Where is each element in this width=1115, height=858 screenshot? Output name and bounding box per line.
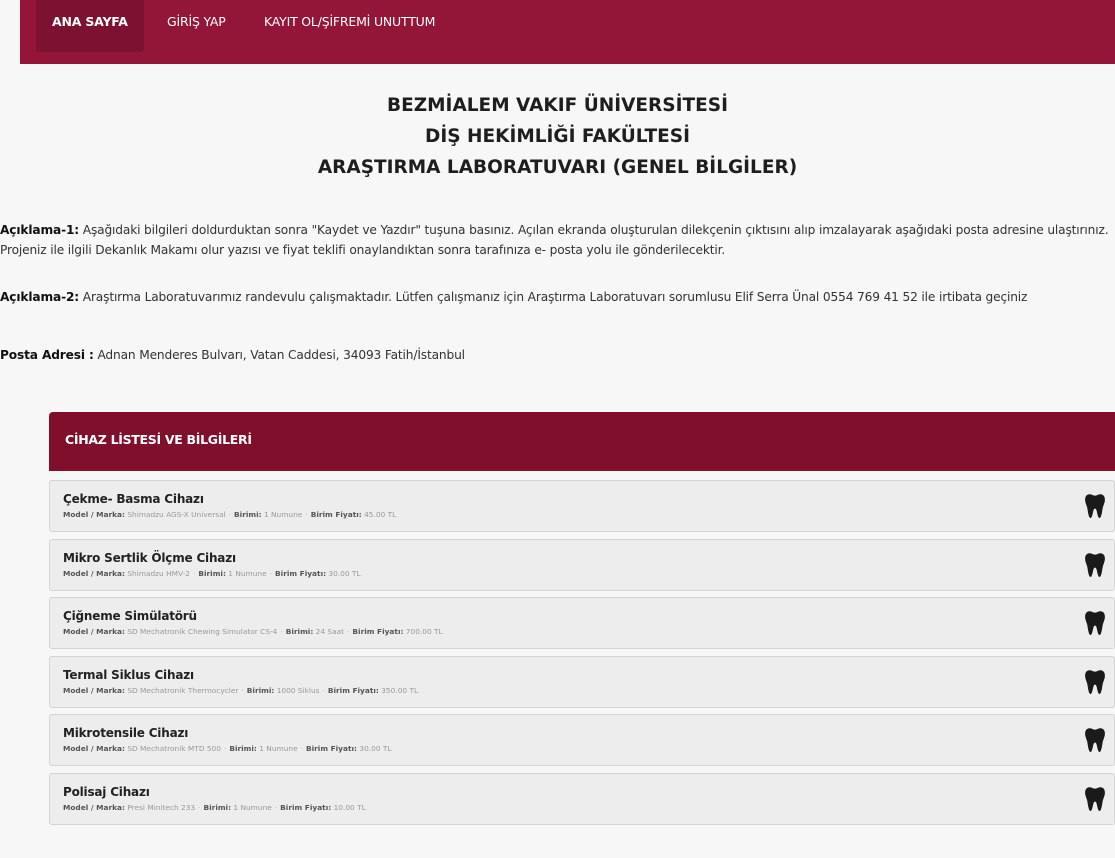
device-item[interactable]: Termal Siklus Cihazı Model / Marka: SD Me… — [49, 655, 1115, 708]
postal-address: Posta Adresi : Adnan Menderes Bulvarı, V… — [0, 345, 1115, 365]
separator: · — [269, 568, 273, 578]
separator: · — [305, 510, 308, 519]
separator: · — [241, 685, 244, 695]
device-meta: Model / Marka: Presi Minitech 233 · Birimi… — [63, 803, 366, 812]
device-item[interactable]: Çekme- Basma Cihazı Model / Marka: Shimad… — [49, 480, 1115, 532]
separator: · — [198, 802, 201, 812]
separator: · — [322, 685, 325, 695]
separator: · — [300, 744, 303, 753]
device-unit: 1 Numune — [263, 510, 303, 519]
model-label: Model / Marka: — [63, 685, 125, 695]
price-label: Birim Fiyatı: — [275, 568, 327, 578]
unit-label: Birimi: — [234, 510, 262, 519]
navbar: ANA SAYFA GİRİŞ YAP KAYIT OL/ŞİFREMİ UNU… — [20, 0, 1115, 64]
unit-label: Birimi: — [246, 685, 275, 695]
unit-label: Birimi: — [285, 627, 314, 636]
device-model: Presi Minitech 233 — [127, 802, 196, 812]
device-name: Termal Siklus Cihazı — [63, 667, 194, 682]
device-item[interactable]: Mikrotensile Cihazı Model / Marka: SD Mec… — [49, 714, 1115, 766]
price-label: Birim Fiyatı: — [280, 802, 332, 812]
model-label: Model / Marka: — [63, 627, 125, 636]
top-area: ANA SAYFA GİRİŞ YAP KAYIT OL/ŞİFREMİ UNU… — [0, 0, 1115, 64]
tooth-icon[interactable] — [1084, 786, 1106, 812]
unit-label: Birimi: — [198, 568, 226, 578]
device-list-panel: CİHAZ LİSTESİ VE BİLGİLERİ Çekme- Basma … — [49, 412, 1115, 858]
tooth-icon[interactable] — [1084, 493, 1106, 519]
device-price: 10.00 TL — [333, 802, 366, 812]
device-item[interactable]: Çiğneme Simülatörü Model / Marka: SD Mech… — [49, 597, 1115, 649]
title-line-2: DİŞ HEKİMLİĞİ FAKÜLTESİ — [425, 126, 690, 147]
device-unit: 24 Saat — [315, 627, 345, 636]
price-label: Birim Fiyatı: — [305, 744, 358, 753]
device-unit: 1 Numune — [228, 568, 267, 578]
unit-label: Birimi: — [229, 744, 257, 753]
description-2-label: Açıklama-2: — [0, 290, 80, 304]
device-unit: 1 Numune — [259, 744, 298, 753]
postal-address-text: Adnan Menderes Bulvarı, Vatan Caddesi, 3… — [93, 348, 465, 362]
description-2-text: Araştırma Laboratuvarımız randevulu çalı… — [79, 290, 1028, 304]
device-model: Shimadzu AGS-X Universal — [127, 510, 226, 519]
page-title: BEZMİALEM VAKIF ÜNİVERSİTESİ DİŞ HEKİMLİ… — [0, 90, 1115, 183]
title-line-1: BEZMİALEM VAKIF ÜNİVERSİTESİ — [387, 95, 728, 116]
description-1-label: Açıklama-1: — [0, 223, 80, 237]
postal-address-label: Posta Adresi : — [0, 348, 94, 362]
separator: · — [280, 627, 283, 636]
tooth-icon[interactable] — [1084, 727, 1106, 753]
device-name: Polisaj Cihazı — [63, 784, 150, 799]
unit-label: Birimi: — [203, 802, 232, 812]
device-name: Çekme- Basma Cihazı — [63, 492, 204, 506]
device-name: Mikrotensile Cihazı — [63, 726, 189, 740]
device-meta: Model / Marka: SD Mechatronik MTD 500 · Bi… — [63, 744, 392, 753]
device-meta: Model / Marka: Shimadzu HMV-2 · Birimi: 1 … — [63, 569, 361, 578]
device-meta: Model / Marka: Shimadzu AGS-X Universal ·… — [63, 510, 396, 519]
price-label: Birim Fiyatı: — [327, 685, 379, 695]
device-price: 45.00 TL — [364, 510, 397, 519]
device-model: SD Mechatronik Thermocycler — [127, 685, 239, 695]
nav-register[interactable]: KAYIT OL/ŞİFREMİ UNUTTUM — [264, 0, 435, 52]
device-item[interactable]: Mikro Sertlik Ölçme Cihazı Model / Marka:… — [49, 538, 1115, 591]
price-label: Birim Fiyatı: — [352, 627, 404, 636]
title-line-3: ARAŞTIRMA LABORATUVARI (GENEL BİLGİLER) — [317, 157, 798, 178]
device-list-header: CİHAZ LİSTESİ VE BİLGİLERİ — [49, 412, 1115, 471]
separator: · — [228, 510, 232, 519]
device-model: Shimadzu HMV-2 — [127, 568, 191, 578]
device-unit: 1000 Siklus — [276, 685, 320, 695]
device-model: SD Mechatronik Chewing Simulator CS-4 — [127, 627, 278, 636]
tooth-icon[interactable] — [1084, 610, 1106, 636]
device-model: SD Mechatronik MTD 500 — [127, 744, 221, 753]
price-label: Birim Fiyatı: — [310, 510, 362, 519]
device-price: 30.00 TL — [328, 568, 361, 578]
device-meta: Model / Marka: SD Mechatronik Chewing Si… — [63, 627, 443, 636]
device-item[interactable]: Polisaj Cihazı Model / Marka: Presi Minit… — [49, 772, 1115, 825]
device-price: 700.00 TL — [405, 627, 443, 636]
tooth-icon[interactable] — [1084, 552, 1106, 578]
device-unit: 1 Numune — [233, 802, 272, 812]
description-1: Açıklama-1: Aşağıdaki bilgileri doldurdu… — [0, 220, 1115, 260]
description-2: Açıklama-2: Araştırma Laboratuvarımız ra… — [0, 287, 1115, 307]
nav-login[interactable]: GİRİŞ YAP — [167, 0, 226, 52]
model-label: Model / Marka: — [63, 510, 125, 519]
device-list-title: CİHAZ LİSTESİ VE BİLGİLERİ — [65, 432, 252, 447]
model-label: Model / Marka: — [63, 802, 125, 812]
device-name: Mikro Sertlik Ölçme Cihazı — [63, 550, 236, 565]
description-1-text: Aşağıdaki bilgileri doldurduktan sonra "… — [0, 223, 1109, 257]
nav-home[interactable]: ANA SAYFA — [36, 0, 144, 52]
device-name: Çiğneme Simülatörü — [63, 609, 197, 623]
separator: · — [274, 802, 278, 812]
model-label: Model / Marka: — [63, 744, 125, 753]
tooth-icon[interactable] — [1084, 669, 1106, 695]
device-price: 350.00 TL — [381, 685, 419, 695]
model-label: Model / Marka: — [63, 568, 125, 578]
device-meta: Model / Marka: SD Mechatronik Thermocycl… — [63, 686, 418, 695]
device-price: 30.00 TL — [359, 744, 392, 753]
